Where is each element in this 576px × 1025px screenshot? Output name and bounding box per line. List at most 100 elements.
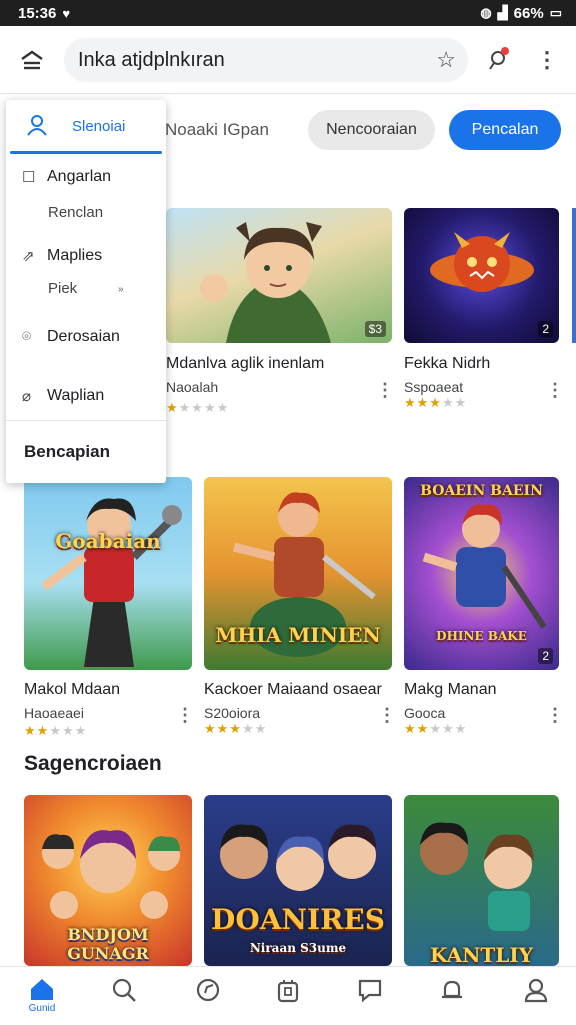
app-subtitle: Naoalah <box>166 379 219 395</box>
nav-messages[interactable] <box>340 967 400 1025</box>
art-title: MHIA MINIEN <box>215 623 381 647</box>
app-card[interactable]: MHIA MINIEN Kackoer Maiaand osaear S20oi… <box>204 477 396 742</box>
chat-icon <box>358 979 382 1003</box>
app-thumbnail: MHIA MINIEN <box>204 477 392 670</box>
app-card[interactable]: KANTLIY <box>404 795 559 966</box>
drawer-item-angarlan[interactable]: ☐ Angarlan <box>6 168 166 192</box>
search-text: Inka atjdplnkıran <box>78 48 225 71</box>
more-options-icon[interactable]: ⋮ <box>534 44 560 76</box>
divider <box>6 420 166 421</box>
nav-library[interactable] <box>258 967 318 1025</box>
app-subtitle: Sspoaeat <box>404 379 464 395</box>
search-icon <box>112 978 136 1002</box>
app-thumbnail: KANTLIY <box>404 795 559 966</box>
app-card[interactable]: $3 Mdanlva aglik inenlam Naoalah ★★★★★ ⋮ <box>166 208 394 418</box>
drawer-item-maplies[interactable]: ⇗ Maplies <box>6 247 166 271</box>
drawer-item-label: Maplies <box>47 247 103 264</box>
drawer-subitem-piek[interactable]: Piek <box>48 280 77 297</box>
voice-search-icon[interactable] <box>484 46 512 74</box>
battery-percent: 66% <box>513 4 544 22</box>
app-card[interactable]: DOANIRES Niraan S3ume <box>204 795 392 966</box>
data-saver-icon: ◍ <box>480 5 492 20</box>
nav-home-label: Gunid <box>28 1003 56 1014</box>
drawer-item-waplian[interactable]: ⌀ Waplian <box>6 387 166 411</box>
search-input[interactable]: Inka atjdplnkıran ☆ <box>64 38 468 82</box>
star-icon[interactable]: ☆ <box>436 47 456 73</box>
app-card[interactable]: 2 Fekka Nidrh Sspoaeat ★★★★★ ⋮ <box>404 208 564 418</box>
rating-badge: 2 <box>538 321 553 337</box>
app-card[interactable]: BNDJOM GUNAGR <box>24 795 192 966</box>
home-icon <box>31 979 53 1000</box>
nav-notifications[interactable] <box>422 967 482 1025</box>
art-title: BOAEIN BAEIN <box>420 483 543 499</box>
section-title: Sagencroiaen <box>24 752 162 775</box>
creature-art <box>430 232 534 292</box>
profile-icon <box>524 978 548 1003</box>
square-icon: ☐ <box>22 169 36 186</box>
more-options-icon[interactable]: ⋮ <box>376 380 394 401</box>
nav-discover[interactable] <box>178 967 238 1025</box>
drawer-footer[interactable]: Bencapian <box>24 442 110 462</box>
nav-profile[interactable] <box>506 967 566 1025</box>
compass-icon <box>196 978 220 1002</box>
app-thumbnail: BOAEIN BAEIN DHINE BAKE 2 <box>404 477 559 670</box>
share-icon: ⇗ <box>22 248 35 265</box>
account-name: Slenoiai <box>72 118 126 135</box>
signal-icon: ▟ <box>497 5 508 20</box>
drawer-item-derosaian[interactable]: ⌾ Derosaian <box>6 328 166 352</box>
app-title: Mdanlva aglik inenlam <box>166 355 325 372</box>
app-card[interactable]: BOAEIN BAEIN DHINE BAKE 2 Makg Manan Goo… <box>404 477 564 742</box>
bottom-navigation: Gunid <box>0 966 576 1024</box>
more-options-icon[interactable]: ⋮ <box>546 380 564 401</box>
more-options-icon[interactable]: ⋮ <box>378 705 396 726</box>
chevron-icon: » <box>118 284 124 295</box>
character-art <box>420 822 534 931</box>
notification-dot <box>501 47 509 55</box>
drawer-item-label: Angarlan <box>47 168 112 185</box>
app-card[interactable]: Goabaian Makol Mdaan Haoaeaei ★★★★★ ⋮ <box>24 477 194 742</box>
tag-icon: ⌀ <box>22 388 32 405</box>
nav-search[interactable] <box>94 967 154 1025</box>
star-rating: ★★★★★ <box>404 721 468 736</box>
character-art <box>200 222 331 343</box>
nav-home[interactable]: Gunid <box>12 967 72 1025</box>
active-indicator <box>10 151 162 154</box>
chip-grey[interactable]: Nencooraian <box>308 110 435 150</box>
more-options-icon[interactable]: ⋮ <box>546 705 564 726</box>
app-thumbnail: Goabaian <box>24 477 192 670</box>
app-title: Makg Manan <box>404 681 497 698</box>
navigation-drawer: Slenoiai ☐ Angarlan Renclan ⇗ Maplies Pi… <box>6 100 166 483</box>
bag-icon <box>277 980 299 1003</box>
art-subtitle: Niraan S3ume <box>249 941 347 955</box>
drawer-item-label: Derosaian <box>47 328 120 345</box>
art-title: DOANIRES <box>211 903 385 936</box>
status-bar: 15:36 ♥ ◍ ▟ 66% ▭ <box>0 0 576 26</box>
app-title: Kackoer Maiaand osaear <box>204 681 382 698</box>
more-options-icon[interactable]: ⋮ <box>176 705 194 726</box>
drawer-item-label: Waplian <box>47 387 105 404</box>
app-thumbnail: DOANIRES Niraan S3ume <box>204 795 392 966</box>
chip-blue[interactable]: Pencalan <box>449 110 561 150</box>
app-title: Makol Mdaan <box>24 681 121 698</box>
battery-icon: ▭ <box>549 5 562 20</box>
art-subtitle: DHINE BAKE <box>436 629 527 643</box>
star-rating: ★★★★★ <box>204 721 268 736</box>
art-title: KANTLIY <box>430 943 533 966</box>
bell-icon <box>442 980 462 999</box>
drawer-account-tab[interactable]: Slenoiai <box>6 100 166 154</box>
app-subtitle: S20oiora <box>204 705 261 721</box>
app-title: Fekka Nidrh <box>404 355 491 372</box>
rating-badge: $3 <box>364 321 386 337</box>
tab-text[interactable]: Noaaki IGpan <box>165 120 269 140</box>
app-bar: Inka atjdplnkıran ☆ ⋮ <box>0 26 576 94</box>
drawer-subitem-renclan[interactable]: Renclan <box>48 204 103 221</box>
rating-badge: 2 <box>538 648 553 664</box>
app-thumbnail-partial[interactable] <box>572 208 576 343</box>
leaf-icon: ⌾ <box>22 328 32 345</box>
app-subtitle: Gooca <box>404 705 446 721</box>
art-title: BNDJOM GUNAGR <box>67 925 149 963</box>
app-thumbnail: 2 <box>404 208 559 343</box>
person-icon <box>26 114 48 142</box>
menu-icon[interactable] <box>0 26 64 94</box>
art-title: Goabaian <box>55 529 161 553</box>
